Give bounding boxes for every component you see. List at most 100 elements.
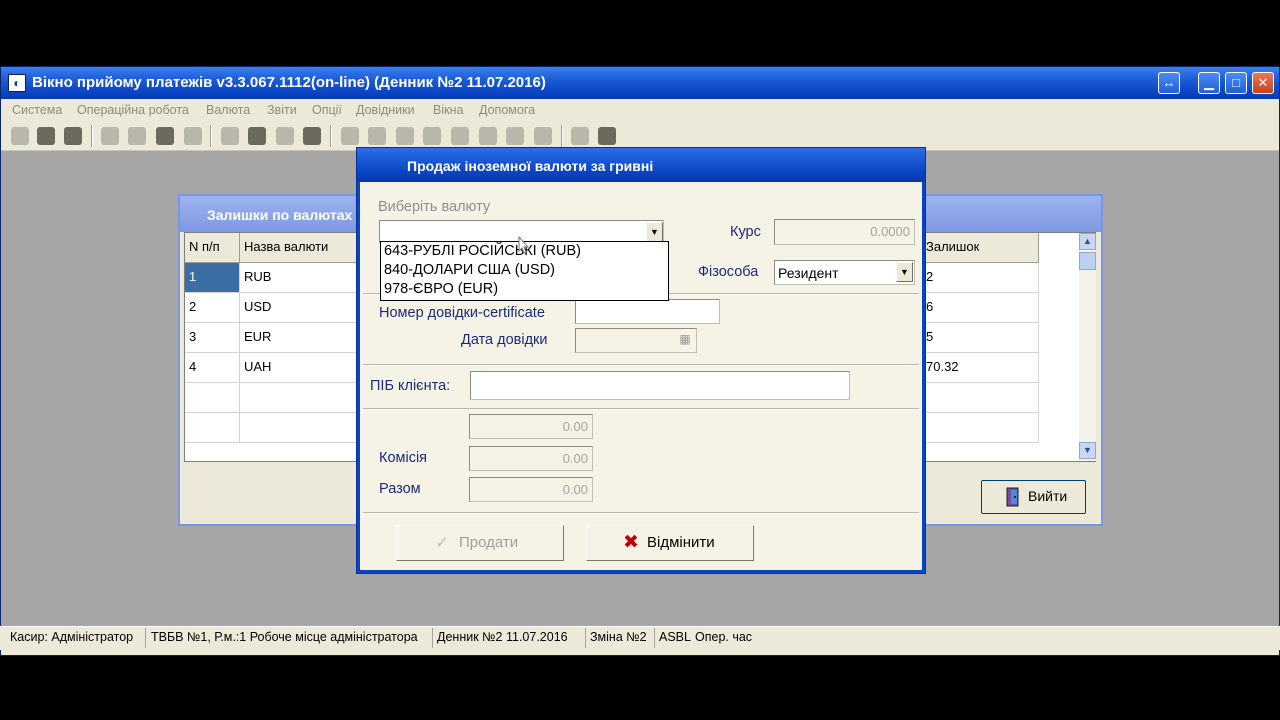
exit-door-icon [1006,487,1019,507]
client-name-label: ПІБ клієнта: [370,378,451,394]
menu-help[interactable]: Допомога [479,103,535,117]
dialog-titlebar[interactable]: Продаж іноземної валюти за гривні [357,148,925,182]
close-button[interactable]: ✕ [1252,72,1274,94]
maximize-button[interactable]: □ [1225,72,1247,94]
table-row-balance[interactable]: 5 [922,323,1039,353]
scroll-thumb[interactable] [1079,252,1096,270]
grid-icon[interactable] [396,127,414,145]
person-type-label: Фізособа [698,264,759,280]
column-header-balance[interactable]: Залишок [922,233,1039,263]
star-icon[interactable] [248,127,266,145]
balances-title: Залишки по валютах [207,207,353,223]
status-cashier: Касир: Адміністратор [6,628,146,648]
currency-option-eur[interactable]: 978-ЄВРО (EUR) [384,281,498,297]
table-row-name[interactable]: USD [240,293,360,323]
table-row-name[interactable]: EUR [240,323,360,353]
menu-system[interactable]: Система [12,103,62,117]
divider [363,364,919,366]
menu-reports[interactable]: Звіти [267,103,297,117]
toolbar-separator [91,125,93,147]
table-row-balance[interactable]: 6 [922,293,1039,323]
total-label: Разом [379,481,421,497]
chevron-down-icon[interactable]: ▼ [646,222,663,242]
lock-icon[interactable] [276,127,294,145]
total-field[interactable]: 0.00 [469,477,593,502]
sell-currency-dialog: Продаж іноземної валюти за гривні Вибері… [356,147,926,574]
message-icon[interactable] [479,127,497,145]
column-header-number[interactable]: N п/п [185,233,240,263]
table-row-name[interactable]: UAH [240,353,360,383]
currency-option-rub[interactable]: 643-РУБЛІ РОСІЙСЬКІ (RUB) [384,243,581,259]
divider [363,408,919,410]
table-row-number[interactable]: 1 [185,263,240,293]
mail-icon[interactable] [534,127,552,145]
transfer-icon[interactable] [423,127,441,145]
menu-windows[interactable]: Вікна [433,103,463,117]
status-journal: Денник №2 11.07.2016 [433,628,586,648]
certificate-number-field[interactable] [575,299,720,324]
menu-options[interactable]: Опції [312,103,342,117]
restore-button[interactable]: ↔ [1158,72,1180,94]
sell-label: Продати [459,534,519,551]
menu-directories[interactable]: Довідники [356,103,415,117]
settings-icon[interactable] [221,127,239,145]
table-row-balance[interactable]: 70.32 [922,353,1039,383]
table-row-number[interactable]: 2 [185,293,240,323]
commission-field[interactable]: 0.00 [469,446,593,471]
paper-icon[interactable] [184,127,202,145]
cancel-label: Відмінити [647,534,715,551]
cancel-button[interactable]: ✖ Відмінити [586,525,754,561]
status-workplace: ТВБВ №1, Р.м.:1 Робоче місце адміністрат… [147,628,433,648]
grid-scrollbar[interactable]: ▲ ▼ [1079,233,1096,461]
gear-icon[interactable] [368,127,386,145]
rate-label: Курс [730,224,761,240]
scroll-down-icon[interactable]: ▼ [1079,442,1096,459]
table-row-number[interactable]: 4 [185,353,240,383]
toolbar-separator [330,125,332,147]
menu-operations[interactable]: Операційна робота [77,103,189,117]
exit-button[interactable]: Вийти [981,480,1086,514]
scroll-up-icon[interactable]: ▲ [1079,233,1096,250]
empty-cell [185,413,240,443]
calendar-icon[interactable]: ▦ [677,332,693,348]
status-system: ASBL [659,630,691,644]
rate-field[interactable]: 0.0000 [774,219,915,245]
toolbar-separator [561,125,563,147]
mouse-cursor-icon [518,236,530,254]
money-icon[interactable] [64,127,82,145]
envelope-icon[interactable] [128,127,146,145]
currency-option-usd[interactable]: 840-ДОЛАРИ США (USD) [384,262,555,278]
chat-icon[interactable] [506,127,524,145]
person-type-select[interactable]: Резидент [774,260,915,285]
close-x-icon: ✖ [623,532,639,553]
minimize-button[interactable]: ▁ [1198,72,1220,94]
key-icon[interactable] [37,127,55,145]
status-shift: Зміна №2 [586,628,655,648]
card-icon[interactable] [156,127,174,145]
table-row-name[interactable]: RUB [240,263,360,293]
trash-icon[interactable] [303,127,321,145]
copy-icon[interactable] [571,127,589,145]
amount-field[interactable]: 0.00 [469,414,593,439]
menu-currency[interactable]: Валюта [206,103,250,117]
certificate-date-label: Дата довідки [461,332,548,348]
client-name-field[interactable] [470,371,850,400]
empty-cell [185,383,240,413]
sell-button[interactable]: ✓ Продати [396,525,564,561]
document-icon[interactable] [101,127,119,145]
menu-bar [1,99,1279,121]
divider [363,512,919,514]
arrow-icon[interactable] [11,127,29,145]
app-icon: ◐ [8,74,26,92]
plus-icon[interactable] [341,127,359,145]
chevron-down-icon[interactable]: ▼ [896,262,913,282]
printer-icon[interactable] [451,127,469,145]
refresh-icon[interactable] [598,127,616,145]
column-header-name[interactable]: Назва валюти [240,233,360,263]
dialog-body: Виберіть валюту ▼ Курс 0.0000 Фізособа Р… [360,182,922,570]
table-row-balance[interactable]: 2 [922,263,1039,293]
table-row-number[interactable]: 3 [185,323,240,353]
window-title: Вікно прийому платежів v3.3.067.1112(on-… [32,74,546,91]
window-titlebar[interactable]: ◐ Вікно прийому платежів v3.3.067.1112(o… [1,67,1279,99]
status-operating-time: Опер. час [695,630,753,644]
